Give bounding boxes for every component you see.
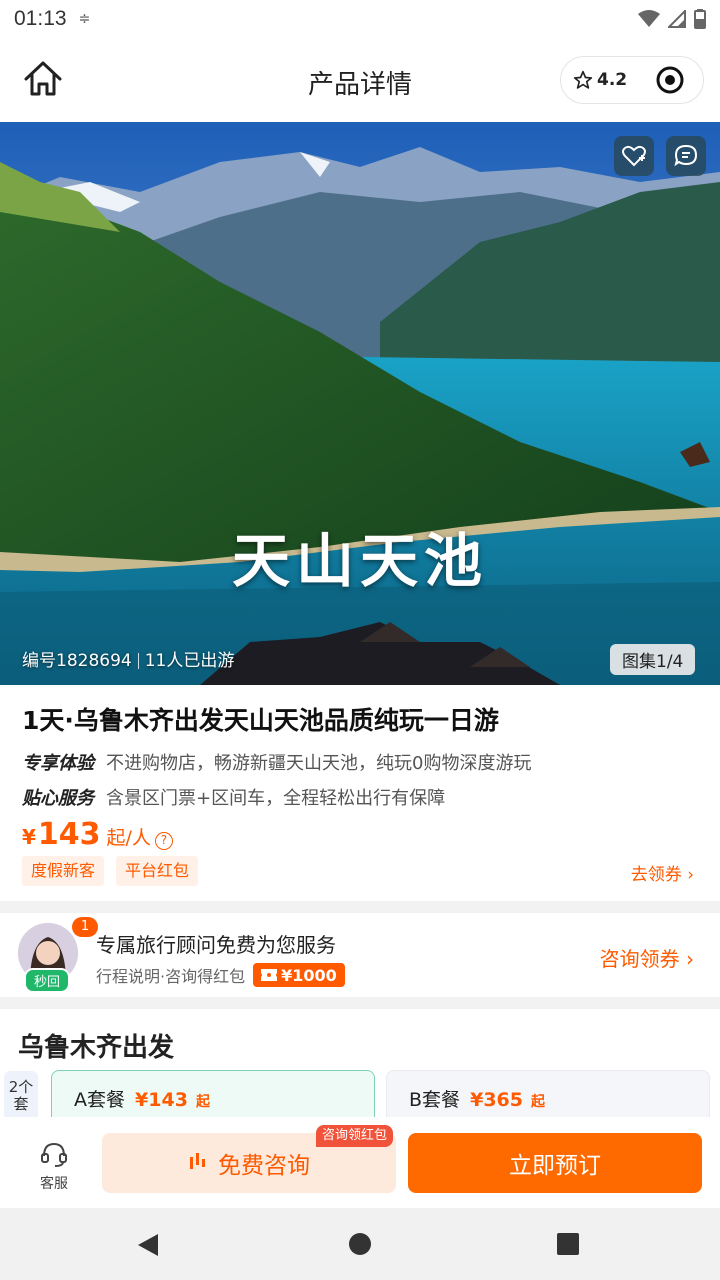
rating-button[interactable]: 4.2 (561, 70, 641, 90)
nav-bar: 产品详情 4.2 (0, 38, 720, 122)
feature-row: 贴心服务 含景区门票+区间车，全程轻松出行有保障 (22, 784, 445, 810)
recent-apps-icon[interactable] (556, 1232, 580, 1256)
comment-button[interactable] (666, 136, 706, 176)
feature-desc: 不进购物店，畅游新疆天山天池，纯玩0购物深度游玩 (106, 753, 532, 774)
customer-service-button[interactable]: 客服 (32, 1139, 76, 1193)
system-nav-bar (0, 1208, 720, 1280)
back-icon[interactable] (136, 1232, 162, 1258)
hero-meta: 编号1828694 11人已出游 (22, 646, 234, 671)
package-price-suffix: 起 (195, 1094, 210, 1110)
price: ¥ 143 起/人 ? (22, 817, 173, 852)
heart-plus-icon (622, 145, 646, 167)
bottom-action-bar: 客服 免费咨询 咨询领红包 立即预订 (0, 1117, 720, 1208)
feature-tag: 专享体验 (22, 753, 94, 774)
lake-landscape-image (0, 122, 720, 685)
package-name: A套餐 (74, 1089, 125, 1111)
customer-service-label: 客服 (40, 1176, 68, 1192)
home-circle-icon[interactable] (348, 1232, 372, 1256)
advisor-title: 专属旅行顾问免费为您服务 (96, 933, 336, 957)
price-unit: 起/人 (106, 827, 151, 849)
red-packet-amount: ¥1000 (281, 965, 337, 985)
favorite-button[interactable] (614, 136, 654, 176)
product-info-card: 1天·乌鲁木齐出发天山天池品质纯玩一日游 专享体验 不进购物店，畅游新疆天山天池… (0, 685, 720, 901)
voice-bars-icon (190, 1153, 205, 1169)
divider (137, 653, 139, 669)
red-packet-tag: 平台红包 (116, 856, 199, 886)
rating-value: 4.2 (597, 70, 628, 90)
consult-red-packet-badge: 咨询领红包 (316, 1125, 394, 1147)
hero-image[interactable]: 天山天池 (0, 122, 720, 685)
feature-desc: 含景区门票+区间车，全程轻松出行有保障 (106, 788, 446, 809)
quick-reply-tag: 秒回 (24, 968, 71, 993)
status-bar: 01:13 ≑ (0, 0, 720, 38)
package-price: ¥365 (470, 1089, 523, 1111)
ticket-icon (261, 969, 278, 981)
feature-tag: 贴心服务 (22, 788, 94, 809)
departure-section: 乌鲁木齐出发 2个套 A套餐 ¥143 起 B套餐 ¥365 起 (0, 1009, 720, 1129)
product-title: 1天·乌鲁木齐出发天山天池品质纯玩一日游 (22, 706, 499, 735)
unread-badge: 1 (72, 917, 98, 937)
get-coupon-link[interactable]: 去领券 › (631, 860, 694, 885)
package-price-suffix: 起 (531, 1094, 546, 1110)
price-amount: 143 (37, 817, 101, 852)
star-icon (573, 70, 593, 89)
package-price: ¥143 (135, 1089, 188, 1111)
headset-icon (41, 1142, 67, 1167)
status-time: 01:13 (14, 7, 67, 30)
free-consult-label: 免费咨询 (218, 1153, 310, 1179)
book-now-button[interactable]: 立即预订 (408, 1133, 702, 1193)
consult-coupon-link[interactable]: 咨询领券 › (600, 943, 694, 972)
price-help-icon[interactable]: ? (154, 832, 173, 850)
battery-icon (694, 9, 706, 29)
signal-icon (668, 10, 686, 28)
target-icon[interactable] (655, 65, 685, 95)
wifi-icon (638, 10, 660, 27)
notification-icon: ≑ (78, 11, 91, 27)
advisor-subtitle: 行程说明·咨询得红包 ¥1000 (96, 963, 345, 987)
nav-capsule: 4.2 (560, 56, 704, 104)
visited-count: 11人已出游 (144, 651, 235, 671)
price-currency: ¥ (22, 825, 36, 849)
new-customer-tag: 度假新客 (22, 856, 105, 886)
advisor-subtitle-text: 行程说明·咨询得红包 (96, 967, 246, 986)
chat-icon (674, 144, 698, 167)
package-name: B套餐 (409, 1089, 461, 1111)
feature-row: 专享体验 不进购物店，畅游新疆天山天池，纯玩0购物深度游玩 (22, 749, 531, 775)
red-packet-badge: ¥1000 (253, 963, 345, 987)
advisor-card[interactable]: 1 秒回 专属旅行顾问免费为您服务 行程说明·咨询得红包 ¥1000 咨询领券 … (0, 913, 720, 997)
gallery-counter[interactable]: 图集1/4 (610, 644, 696, 675)
hero-overlay-title: 天山天池 (231, 527, 488, 595)
departure-title: 乌鲁木齐出发 (18, 1033, 175, 1063)
product-code: 编号1828694 (22, 651, 132, 671)
